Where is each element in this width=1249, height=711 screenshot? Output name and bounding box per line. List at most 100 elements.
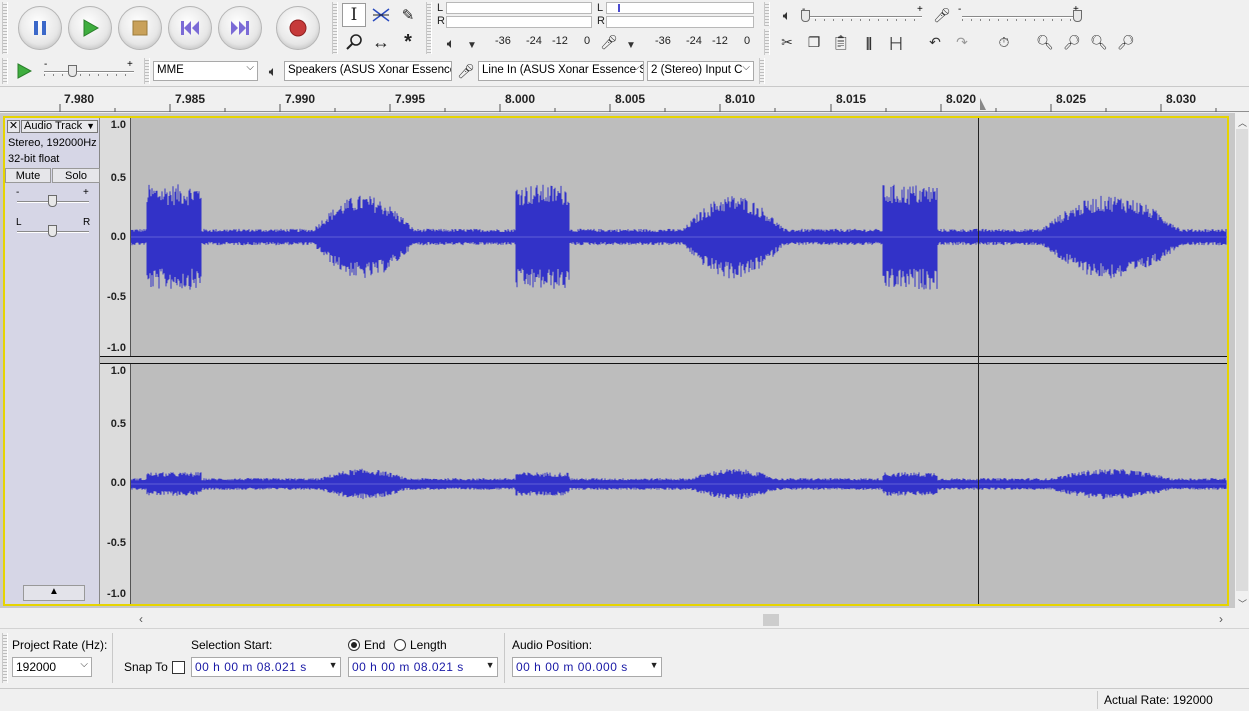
time-shift-tool[interactable]: ↔ [369,30,393,54]
record-meter-left[interactable] [606,2,754,14]
silence-audio-button[interactable]: |─| [884,31,906,53]
horizontal-scroll-thumb[interactable] [763,614,779,626]
selection-start-time[interactable]: 00 h 00 m 08.021 s ▼ [191,657,341,677]
close-icon: ✕ [8,120,19,132]
play-speed-ticks [44,74,134,76]
playback-volume-slider[interactable] [801,10,810,22]
solo-button[interactable]: Solo [52,168,100,183]
speaker-icon: 🔈︎ [782,6,792,23]
right-channel-waveform-area[interactable] [130,364,1227,604]
redo-icon: ↷ [956,33,968,50]
zoom-in-button[interactable]: 🔍︎ [1034,31,1056,53]
status-bar: Actual Rate: 192000 [0,688,1249,711]
vertical-scrollbar[interactable]: ︿ ﹀ [1235,113,1249,612]
recording-volume-slider[interactable] [1073,10,1082,22]
mute-button[interactable]: Mute [5,168,51,183]
redo-button[interactable]: ↷ [951,31,973,53]
selection-tool[interactable]: I [342,3,366,27]
toolbar-area: I ✎ ↔ * L R L R 🔈︎ ▼ -36 -24 -12 0 🎤︎ ▼ … [0,0,1249,86]
playback-device-select[interactable]: Speakers (ASUS Xonar Essence ⌵ [284,61,452,81]
scroll-up-icon[interactable]: ︿ [1238,116,1247,129]
playback-meter-left-label: L [437,2,444,14]
end-radio[interactable] [348,639,360,651]
multi-tool[interactable]: * [396,30,420,54]
playback-meter-menu-arrow[interactable]: ▼ [461,34,483,56]
record-meter-menu-arrow[interactable]: ▼ [620,34,642,56]
playback-volume-track[interactable] [806,16,922,18]
recording-volume-track[interactable] [962,16,1078,18]
play-button[interactable] [68,6,112,50]
scroll-left-icon[interactable]: ‹ [139,612,143,626]
track-format-info: Stereo, 192000Hz [8,137,97,149]
fit-selection-button[interactable]: 🔍︎ [1088,31,1110,53]
sync-lock-button[interactable]: ⏱︎ [993,31,1015,53]
left-channel-amplitude-ruler[interactable]: 1.0 0.5 0.0 -0.5 -1.0 [100,118,131,358]
record-meter-mic-button[interactable]: 🎤︎ [598,31,620,53]
project-rate-select[interactable]: 192000 ⌵ [12,657,92,677]
snap-to-checkbox[interactable] [172,661,185,674]
left-channel-waveform-area[interactable] [130,118,1227,356]
envelope-tool[interactable] [369,3,393,27]
selection-toolbar-grip[interactable] [2,633,8,683]
gain-slider[interactable] [48,195,57,207]
length-radio[interactable] [394,639,406,651]
pause-button[interactable] [18,6,62,50]
horizontal-scrollbar[interactable]: ‹ › [131,612,1235,628]
vertical-scroll-thumb[interactable] [1236,129,1248,591]
amplitude-label: 0.0 [110,477,126,489]
dropdown-arrow-icon[interactable]: ▼ [486,660,495,670]
meter-toolbar-grip[interactable] [426,2,432,54]
play-at-speed-toolbar-grip[interactable] [2,58,8,84]
skip-to-end-button[interactable] [218,6,262,50]
amplitude-label: -0.5 [107,537,126,549]
copy-button[interactable]: ❐ [803,31,825,53]
audio-position-time[interactable]: 00 h 00 m 00.000 s ▼ [512,657,662,677]
zoom-tool[interactable] [342,30,366,54]
track-menu-button[interactable]: Audio Track ▼ [21,120,98,133]
stop-button[interactable] [118,6,162,50]
scroll-right-icon[interactable]: › [1219,612,1223,626]
playback-meter-right[interactable] [446,16,592,28]
right-channel-waveform [130,468,1227,500]
recording-device-value: Line In (ASUS Xonar Essence S [482,64,644,76]
dropdown-arrow-icon[interactable]: ▼ [650,660,659,670]
recording-device-select[interactable]: Line In (ASUS Xonar Essence S ⌵ [478,61,644,81]
record-meter-right[interactable] [606,16,754,28]
trim-audio-button[interactable]: ||| [857,31,879,53]
play-speed-track[interactable] [44,71,134,73]
tools-toolbar-grip[interactable] [332,2,338,54]
cut-button[interactable]: ✂ [776,31,798,53]
track-close-button[interactable]: ✕ [7,120,20,133]
right-channel-amplitude-ruler[interactable]: 1.0 0.5 0.0 -0.5 -1.0 [100,364,131,604]
undo-button[interactable]: ↶ [924,31,946,53]
pan-slider[interactable] [48,225,57,237]
collapse-track-button[interactable]: ▲ [23,585,85,601]
microphone-icon: 🎤︎ [457,62,475,79]
record-scale-36: -36 [655,35,671,47]
microphone-icon: 🎤︎ [600,33,618,50]
dropdown-arrow-icon[interactable]: ▼ [329,660,338,670]
device-toolbar-grip[interactable] [144,58,150,84]
mixer-toolbar-grip[interactable] [764,2,770,26]
skip-to-start-button[interactable] [168,6,212,50]
playback-meter-speaker-button[interactable]: 🔈︎ [440,32,462,54]
play-at-speed-button[interactable] [13,60,35,82]
playback-meter-left[interactable] [446,2,592,14]
timeline-ruler[interactable]: 7.980 7.985 7.990 7.995 8.000 8.005 8.01… [0,86,1249,112]
end-label: End [364,638,386,652]
record-button[interactable] [276,6,320,50]
selection-end-value: 00 h 00 m 08.021 s [352,660,464,674]
audio-host-select[interactable]: MME ⌵ [153,61,258,81]
transport-toolbar-grip[interactable] [2,2,8,54]
paste-button[interactable]: 📋︎ [830,31,852,53]
zoom-out-icon: 🔎︎ [1063,33,1081,50]
zoom-out-button[interactable]: 🔎︎ [1061,31,1083,53]
edit-toolbar-grip[interactable] [764,29,770,55]
playback-scale-0: 0 [584,35,591,47]
play-speed-slider[interactable] [68,65,77,77]
draw-tool[interactable]: ✎ [396,3,420,27]
scroll-down-icon[interactable]: ﹀ [1238,597,1247,610]
selection-end-time[interactable]: 00 h 00 m 08.021 s ▼ [348,657,498,677]
recording-channels-select[interactable]: 2 (Stereo) Input C ⌵ [647,61,754,81]
fit-project-button[interactable]: 🔎︎ [1115,31,1137,53]
